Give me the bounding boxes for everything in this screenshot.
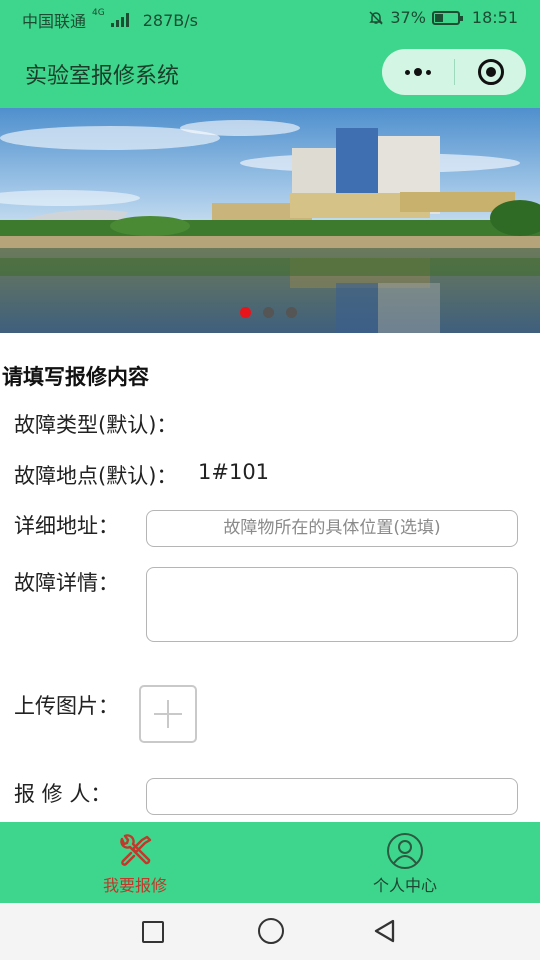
more-menu-button[interactable] [382,49,454,95]
home-button[interactable] [258,918,284,944]
fault-type-label: 故障类型(默认)： [14,413,178,437]
battery-percent: 37% [390,8,426,27]
close-target-icon [477,59,504,85]
address-label: 详细地址： [14,514,119,538]
fault-location-value: 1#101 [198,460,270,484]
reporter-input[interactable] [146,778,518,815]
clock: 18:51 [471,8,518,27]
recent-apps-button[interactable] [142,921,164,943]
carrier-text: 中国联通 [22,12,87,31]
mini-program-capsule [382,49,526,95]
back-button[interactable] [372,918,398,944]
status-bar: 中国联通 4G 287B/s 37% 18:51 [0,0,540,36]
page-title: 实验室报修系统 [25,64,180,89]
fault-location-label: 故障地点(默认)： [14,464,178,488]
network-speed: 287B/s [142,10,198,30]
carousel-dot[interactable] [240,307,251,318]
tab-label-report-repair: 我要报修 [102,876,167,895]
form-section-title: 请填写报修内容 [2,365,149,389]
fault-detail-label: 故障详情： [14,571,119,595]
tab-report-repair[interactable]: 我要报修 [0,822,270,903]
upload-image-button[interactable] [139,685,197,743]
more-dots-icon [405,69,410,75]
user-icon [387,833,423,869]
signal-icon [110,13,129,27]
bottom-tab-bar: 我要报修 个人中心 [0,822,540,903]
address-input[interactable]: 故障物所在的具体位置(选填) [146,510,518,547]
network-type: 4G [92,8,105,18]
upload-image-label: 上传图片： [14,694,119,718]
campus-photo [0,108,540,333]
battery-icon [431,10,463,25]
system-navigation-bar [0,903,540,960]
mute-bell-icon [369,10,384,25]
banner-carousel[interactable] [0,108,540,333]
carousel-dot[interactable] [286,307,297,318]
reporter-label: 报 修 人： [14,782,112,806]
tab-personal-center[interactable]: 个人中心 [270,822,540,903]
tab-label-personal-center: 个人中心 [372,876,437,895]
fault-detail-textarea[interactable] [146,567,518,642]
carousel-indicator [240,307,297,318]
navigation-bar: 实验室报修系统 [0,36,540,108]
wrench-screwdriver-icon [120,834,152,866]
carousel-dot[interactable] [263,307,274,318]
close-mini-program-button[interactable] [455,49,526,95]
